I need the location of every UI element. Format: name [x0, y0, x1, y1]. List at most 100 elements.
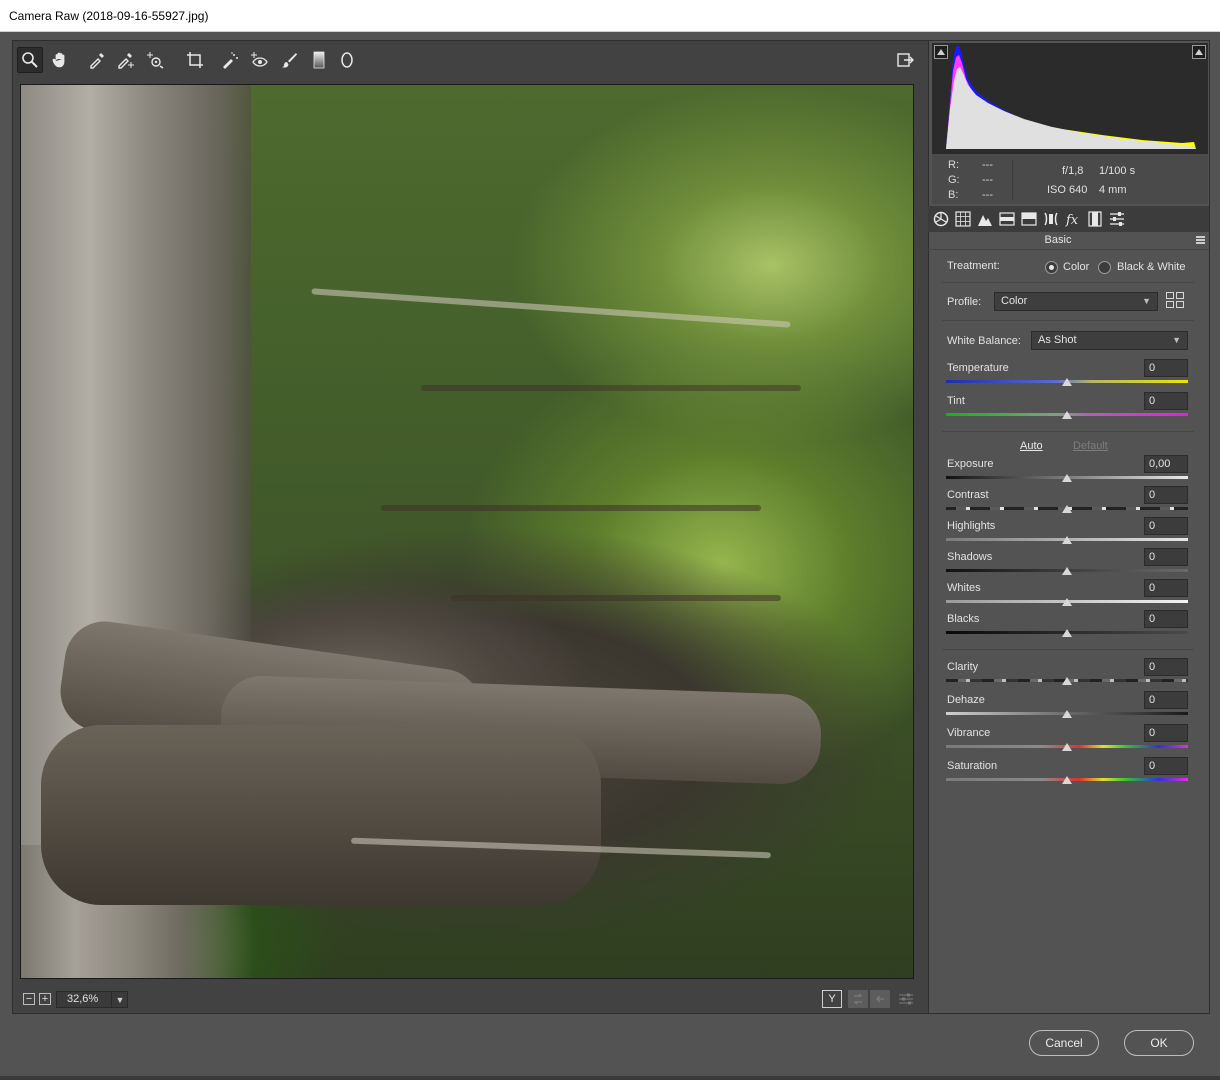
zoom-bar: − + 32,6% ▼ Y	[20, 990, 920, 1010]
copy-settings-icon[interactable]	[870, 990, 890, 1008]
b-label: B:	[948, 189, 959, 201]
aperture: f/1,8	[1062, 165, 1084, 177]
radial-filter-icon[interactable]	[334, 47, 360, 73]
presets-tab-icon[interactable]	[1108, 210, 1126, 228]
auto-link[interactable]: Auto	[1020, 440, 1043, 452]
blacks-value[interactable]: 0	[1144, 610, 1188, 628]
default-link[interactable]: Default	[1073, 440, 1108, 452]
clarity-value[interactable]: 0	[1144, 658, 1188, 676]
dehaze-slider-thumb[interactable]	[1062, 710, 1072, 718]
panel-title: Basic	[1044, 234, 1072, 246]
bottom-edge	[0, 1076, 1220, 1080]
temperature-label: Temperature	[947, 362, 1009, 374]
tint-value[interactable]: 0	[1144, 392, 1188, 410]
profile-value: Color	[1001, 295, 1028, 307]
treatment-label: Treatment:	[947, 260, 1000, 272]
contrast-value[interactable]: 0	[1144, 486, 1188, 504]
chevron-down-icon[interactable]: ▼	[111, 991, 128, 1008]
swap-settings-icon[interactable]	[848, 990, 868, 1008]
split-toning-tab-icon[interactable]	[1020, 210, 1038, 228]
targeted-adjustment-icon[interactable]	[142, 47, 168, 73]
whites-slider-thumb[interactable]	[1062, 598, 1072, 606]
tree-root	[41, 725, 601, 905]
whites-label: Whites	[947, 582, 981, 594]
vibrance-value[interactable]: 0	[1144, 724, 1188, 742]
calibration-tab-icon[interactable]	[1086, 210, 1104, 228]
exposure-slider-thumb[interactable]	[1062, 474, 1072, 482]
saturation-slider-thumb[interactable]	[1062, 776, 1072, 784]
hsl-tab-icon[interactable]	[998, 210, 1016, 228]
adjustment-brush-icon[interactable]	[276, 47, 302, 73]
red-eye-icon[interactable]	[246, 47, 272, 73]
shutter-speed: 1/100 s	[1099, 165, 1136, 177]
crop-icon[interactable]	[182, 47, 208, 73]
zoom-out-button[interactable]: −	[23, 993, 35, 1005]
shadows-value[interactable]: 0	[1144, 548, 1188, 566]
exposure-value[interactable]: 0,00	[1144, 455, 1188, 473]
ok-button[interactable]: OK	[1124, 1030, 1194, 1056]
before-after-button[interactable]: Y	[822, 990, 842, 1008]
image-preview[interactable]	[20, 84, 914, 979]
dehaze-value[interactable]: 0	[1144, 691, 1188, 709]
background-trunk	[451, 595, 781, 601]
treatment-bw-radio[interactable]	[1098, 261, 1111, 274]
clarity-label: Clarity	[947, 661, 979, 673]
divider	[942, 320, 1194, 321]
panel-tabs: fx	[928, 206, 1209, 232]
hand-icon[interactable]	[47, 47, 73, 73]
iso: ISO 640	[1047, 184, 1088, 196]
shadows-slider-thumb[interactable]	[1062, 567, 1072, 575]
profile-select[interactable]: Color ▼	[994, 292, 1158, 311]
clarity-slider-thumb[interactable]	[1062, 677, 1072, 685]
b-value: ---	[982, 189, 993, 201]
r-label: R:	[948, 159, 959, 171]
treatment-color-label[interactable]: Color	[1063, 261, 1089, 273]
tone-curve-tab-icon[interactable]	[954, 210, 972, 228]
whites-value[interactable]: 0	[1144, 579, 1188, 597]
contrast-slider-thumb[interactable]	[1062, 505, 1072, 513]
r-value: ---	[982, 159, 993, 171]
background-trunk	[381, 505, 761, 511]
wb-select[interactable]: As Shot ▼	[1031, 331, 1188, 350]
zoom-icon[interactable]	[17, 47, 43, 73]
toggle-settings-icon[interactable]	[896, 990, 916, 1008]
temperature-slider-thumb[interactable]	[1062, 378, 1072, 386]
saturation-label: Saturation	[947, 760, 998, 772]
divider	[942, 431, 1194, 432]
chevron-down-icon: ▼	[1142, 296, 1151, 306]
lens-corrections-tab-icon[interactable]	[1042, 210, 1060, 228]
divider	[942, 649, 1194, 650]
zoom-in-button[interactable]: +	[39, 993, 51, 1005]
svg-text:fx: fx	[1065, 213, 1079, 227]
pixel-readout: R: --- G: --- B: --- f/1,8 1/100 s ISO 6…	[932, 154, 1208, 204]
cancel-button[interactable]: Cancel	[1029, 1030, 1099, 1056]
vibrance-slider-thumb[interactable]	[1062, 743, 1072, 751]
saturation-value[interactable]: 0	[1144, 757, 1188, 775]
temperature-value[interactable]: 0	[1144, 359, 1188, 377]
highlights-label: Highlights	[947, 520, 996, 532]
blacks-slider-thumb[interactable]	[1062, 629, 1072, 637]
tint-label: Tint	[947, 395, 965, 407]
basic-tab-icon[interactable]	[932, 210, 950, 228]
readout-divider	[1012, 160, 1013, 200]
spot-removal-icon[interactable]	[217, 47, 243, 73]
effects-tab-icon[interactable]: fx	[1064, 210, 1082, 228]
panel-menu-icon[interactable]	[1196, 236, 1205, 244]
color-sampler-icon[interactable]	[112, 47, 138, 73]
background-trunk	[421, 385, 801, 391]
tint-slider-thumb[interactable]	[1062, 411, 1072, 419]
highlights-slider-thumb[interactable]	[1062, 536, 1072, 544]
treatment-bw-label[interactable]: Black & White	[1117, 261, 1185, 273]
export-icon[interactable]	[892, 47, 918, 73]
white-balance-icon[interactable]	[84, 47, 110, 73]
divider	[942, 282, 1194, 283]
treatment-color-radio[interactable]	[1045, 261, 1058, 274]
toolbar	[14, 44, 924, 76]
detail-tab-icon[interactable]	[976, 210, 994, 228]
g-label: G:	[948, 174, 960, 186]
profile-browser-icon[interactable]	[1166, 292, 1185, 309]
highlights-value[interactable]: 0	[1144, 517, 1188, 535]
graduated-filter-icon[interactable]	[306, 47, 332, 73]
g-value: ---	[982, 174, 993, 186]
wb-label: White Balance:	[947, 335, 1021, 347]
